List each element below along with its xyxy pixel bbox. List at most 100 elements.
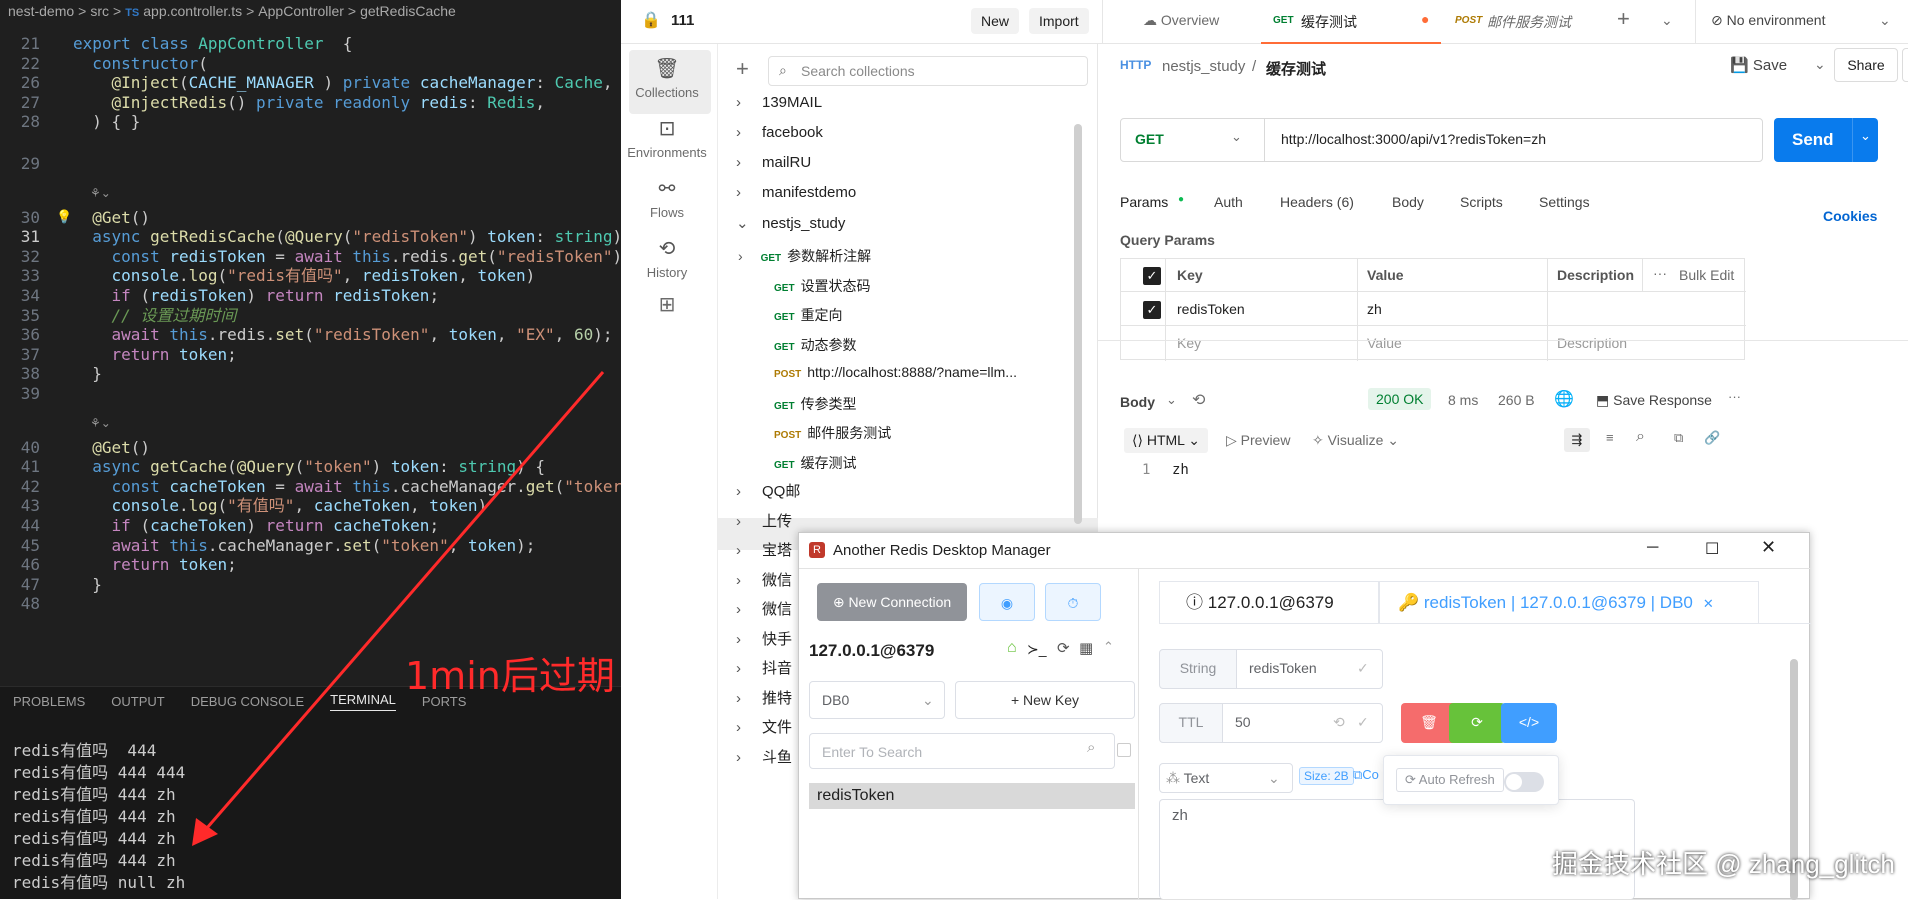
cookies-link[interactable]: Cookies xyxy=(1823,208,1877,224)
param-key[interactable]: redisToken xyxy=(1177,301,1245,317)
tab-overview[interactable]: ☁ Overview xyxy=(1143,12,1219,29)
dump-command-button[interactable]: </> xyxy=(1501,703,1557,743)
body-chevron-icon[interactable]: ⌄ xyxy=(1166,392,1177,408)
collection-item[interactable]: › 微信 xyxy=(736,598,792,619)
request-item[interactable]: GET 传参类型 xyxy=(774,394,857,414)
link-icon[interactable]: 🔗 xyxy=(1902,48,1908,82)
history-button[interactable]: ⏱ xyxy=(1045,583,1101,621)
view-format-select[interactable]: ⁂ Text ⌄ xyxy=(1159,763,1293,793)
key-search-input[interactable]: Enter To Search xyxy=(809,733,1115,769)
auto-refresh-toggle[interactable] xyxy=(1504,772,1544,792)
response-body-tab[interactable]: Body xyxy=(1120,394,1155,410)
request-item[interactable]: POST http://localhost:8888/?name=llm... xyxy=(774,364,1017,380)
collection-item[interactable]: › 斗鱼 xyxy=(736,746,792,767)
environment-select[interactable]: ⊘ No environment xyxy=(1711,12,1825,29)
search-response-icon[interactable]: ⌕ xyxy=(1636,428,1645,446)
tab-auth[interactable]: Auth xyxy=(1214,194,1243,210)
key-name-input[interactable]: redisToken ✓ xyxy=(1236,649,1383,689)
collection-item[interactable]: › facebook xyxy=(736,124,823,141)
workspace-name[interactable]: 111 xyxy=(671,12,694,29)
collection-item[interactable]: › manifestdemo xyxy=(736,184,856,201)
collection-item[interactable]: › 139MAIL xyxy=(736,94,822,111)
history-icon[interactable]: ⟲ xyxy=(1192,390,1205,410)
scrollbar[interactable] xyxy=(1074,124,1082,524)
tab-post[interactable]: POST 邮件服务测试 xyxy=(1443,0,1603,44)
configure-icon[interactable]: ⊞ xyxy=(623,292,711,317)
request-name[interactable]: 缓存测试 xyxy=(1266,58,1326,79)
tab-scripts[interactable]: Scripts xyxy=(1460,194,1503,210)
tab-key[interactable]: 🔑 redisToken | 127.0.0.1@6379 | DB0 ✕ xyxy=(1379,581,1759,623)
filter-icon[interactable]: ≡ xyxy=(1606,430,1614,445)
rail-collections[interactable]: 🗑 Collections xyxy=(623,56,711,100)
collection-item[interactable]: › 微信 xyxy=(736,569,792,590)
add-tab-icon[interactable]: + xyxy=(1617,6,1630,32)
collapse-icon[interactable]: ⌃ xyxy=(1103,639,1114,655)
collection-item[interactable]: › 抖音 xyxy=(736,657,792,678)
rail-flows[interactable]: ⚯ Flows xyxy=(623,176,711,220)
tab-connection[interactable]: ⓘ 127.0.0.1@6379 xyxy=(1159,581,1379,623)
format-select[interactable]: ⟨⟩ HTML ⌄ xyxy=(1124,428,1209,453)
db-select[interactable]: DB0 ⌄ xyxy=(809,681,945,719)
auto-refresh-button[interactable]: ⟳ Auto Refresh xyxy=(1396,768,1504,792)
save-chevron-icon[interactable]: ⌄ xyxy=(1814,56,1826,73)
tabs-menu-chevron-icon[interactable]: ⌄ xyxy=(1661,12,1673,29)
visualize-button[interactable]: ✧ Visualize ⌄ xyxy=(1312,432,1399,449)
breadcrumb-collection[interactable]: nestjs_study xyxy=(1162,58,1245,75)
tab-close-icon[interactable]: ✕ xyxy=(1703,596,1714,611)
request-item[interactable]: POST 邮件服务测试 xyxy=(774,423,891,443)
collection-item[interactable]: ⌄ nestjs_study xyxy=(736,214,845,232)
tab-settings[interactable]: Settings xyxy=(1539,194,1590,210)
home-icon[interactable]: ⌂ xyxy=(1007,639,1017,657)
copy-icon[interactable]: ⧉ xyxy=(1674,430,1683,446)
request-item[interactable]: GET 缓存测试 xyxy=(774,453,857,473)
refresh-icon[interactable]: ⟳ xyxy=(1057,639,1070,657)
request-item[interactable]: GET 动态参数 xyxy=(774,335,857,355)
new-desc-input[interactable]: Description xyxy=(1557,335,1627,351)
url-input[interactable]: http://localhost:3000/api/v1?redisToken=… xyxy=(1281,131,1546,147)
link-response-icon[interactable]: 🔗 xyxy=(1704,430,1720,446)
rail-environments[interactable]: ⊡ Environments xyxy=(623,116,711,160)
share-button[interactable]: Share xyxy=(1834,48,1898,82)
new-value-input[interactable]: Value xyxy=(1367,335,1402,351)
globe-icon[interactable]: 🌐 xyxy=(1554,389,1574,409)
new-button[interactable]: New xyxy=(971,8,1020,34)
more-icon[interactable]: ··· xyxy=(1653,265,1667,281)
import-button[interactable]: Import xyxy=(1029,8,1089,34)
collection-item[interactable]: › 文件 xyxy=(736,716,792,737)
minimize-icon[interactable]: ─ xyxy=(1647,539,1658,557)
param-checkbox[interactable]: ✓ xyxy=(1143,301,1161,319)
tab-active[interactable]: GET 缓存测试 ● xyxy=(1261,0,1441,44)
collection-item[interactable]: › 上传 xyxy=(736,510,792,531)
tab-body[interactable]: Body xyxy=(1392,194,1424,210)
response-time[interactable]: 8 ms xyxy=(1448,392,1478,408)
status-badge[interactable]: 200 OK xyxy=(1368,388,1432,410)
save-button[interactable]: 💾 Save xyxy=(1730,56,1787,74)
maximize-icon[interactable]: ☐ xyxy=(1705,539,1719,559)
collection-item[interactable]: › 快手 xyxy=(736,628,792,649)
collection-item[interactable]: › QQ邮 xyxy=(736,480,800,501)
new-key-button[interactable]: + New Key xyxy=(955,681,1135,719)
ttl-input[interactable]: 50 ⟲ ✓ xyxy=(1222,703,1383,743)
select-all-checkbox[interactable]: ✓ xyxy=(1143,267,1161,285)
new-connection-button[interactable]: ⊕ New Connection xyxy=(817,583,967,621)
send-button[interactable]: Send ⌄ xyxy=(1774,118,1878,162)
new-key-input[interactable]: Key xyxy=(1177,335,1201,351)
bulk-edit-link[interactable]: Bulk Edit xyxy=(1679,267,1734,283)
response-size[interactable]: 260 B xyxy=(1498,392,1535,408)
tab-headers[interactable]: Headers (6) xyxy=(1280,194,1354,210)
collection-item[interactable]: › mailRU xyxy=(736,154,811,171)
response-more-icon[interactable]: ··· xyxy=(1728,389,1741,404)
collection-item[interactable]: › 推特 xyxy=(736,687,792,708)
search-collections[interactable]: ⌕ Search collections xyxy=(768,56,1088,86)
env-chevron-icon[interactable]: ⌄ xyxy=(1879,12,1891,29)
connection-name[interactable]: 127.0.0.1@6379 xyxy=(809,641,934,661)
param-value[interactable]: zh xyxy=(1367,301,1382,317)
preview-button[interactable]: ▷ Preview xyxy=(1226,432,1290,449)
tab-params[interactable]: Params xyxy=(1120,194,1168,210)
add-collection-icon[interactable]: + xyxy=(736,56,749,82)
rail-history[interactable]: ⟲ History xyxy=(623,236,711,280)
request-item[interactable]: GET 重定向 xyxy=(774,305,843,325)
response-body-text[interactable]: zh xyxy=(1172,462,1189,478)
wrap-icon[interactable]: ⇶ xyxy=(1564,428,1590,452)
method-select[interactable]: GET ⌄ xyxy=(1121,119,1265,161)
